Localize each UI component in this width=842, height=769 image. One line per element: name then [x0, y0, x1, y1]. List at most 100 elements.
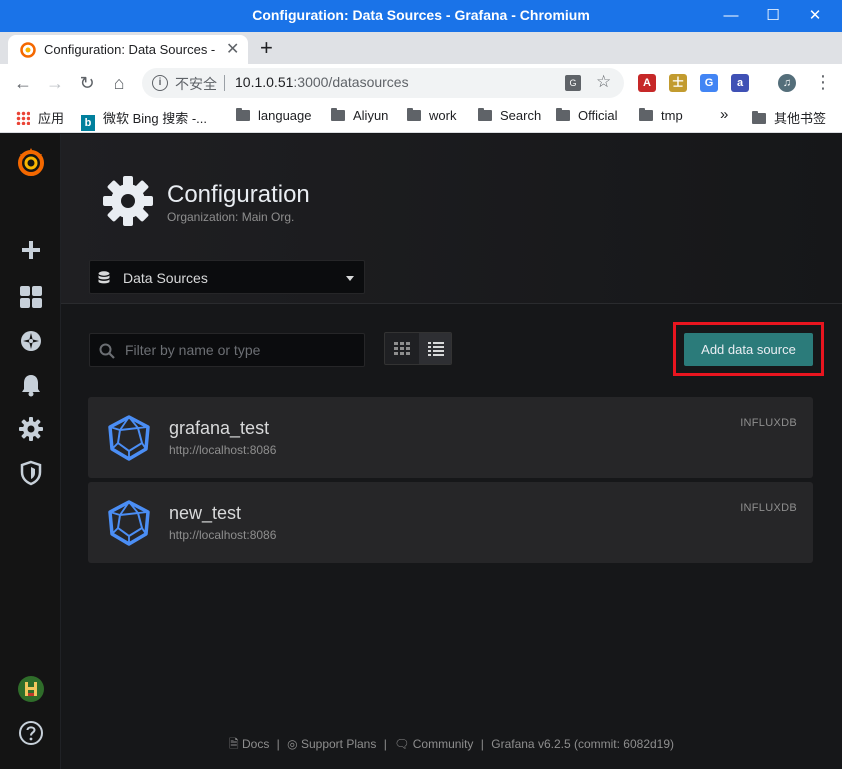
page-subtitle: Organization: Main Org. — [167, 210, 295, 224]
maximize-icon[interactable]: ☐ — [761, 4, 785, 28]
footer-version: Grafana v6.2.5 (commit: 6082d19) — [491, 737, 675, 751]
bookmark-folder-other[interactable]: 其他书签 — [752, 108, 826, 128]
datasource-type: INFLUXDB — [740, 502, 797, 514]
grafana-main: Configuration Organization: Main Org. Da… — [61, 134, 842, 769]
tab-strip: Configuration: Data Sources - ✕ + — [0, 32, 842, 64]
extension-translate-icon[interactable]: G — [700, 74, 718, 92]
folder-icon — [639, 108, 653, 121]
address-bar[interactable]: i 不安全 10.1.0.51:3000/datasources G ☆ — [142, 68, 624, 98]
folder-icon — [752, 111, 766, 124]
datasource-name: grafana_test — [169, 418, 270, 438]
folder-icon — [478, 108, 492, 121]
filter-search-box[interactable] — [89, 333, 365, 367]
window-title: Configuration: Data Sources - Grafana - … — [252, 7, 590, 23]
close-window-icon[interactable]: ✕ — [803, 4, 827, 28]
section-nav-label: Data Sources — [123, 270, 208, 286]
alerting-bell-icon[interactable] — [18, 372, 44, 398]
datasource-type: INFLUXDB — [740, 417, 797, 429]
database-icon — [98, 271, 110, 284]
footer-separator: | — [480, 737, 484, 751]
bookmarks-overflow-icon[interactable]: » — [720, 106, 728, 126]
footer-docs-link[interactable]: 🗎 Docs — [229, 735, 269, 756]
url-text[interactable]: 10.1.0.51:3000/datasources — [235, 74, 409, 90]
reload-icon[interactable]: ↻ — [76, 72, 98, 94]
page-footer: 🗎 Docs | ◎ Support Plans | 🗨 Community |… — [61, 735, 842, 756]
url-path: :3000/datasources — [293, 74, 409, 90]
footer-separator: | — [383, 737, 387, 751]
footer-separator: | — [276, 737, 280, 751]
page-title: Configuration — [167, 181, 310, 208]
grafana-sidemenu — [0, 134, 61, 769]
create-plus-icon[interactable] — [18, 237, 44, 263]
configuration-gear-icon[interactable] — [18, 416, 44, 442]
bookmark-folder-language[interactable]: language — [236, 108, 312, 128]
extension-dict-icon[interactable]: 士 — [669, 74, 687, 92]
browser-menu-icon[interactable]: ⋮ — [814, 72, 832, 93]
grafana-favicon-icon — [20, 42, 36, 58]
section-nav-select[interactable]: Data Sources — [89, 260, 365, 294]
bookmark-folder-official[interactable]: Official — [556, 108, 618, 128]
new-tab-icon[interactable]: + — [260, 35, 273, 61]
explore-compass-icon[interactable] — [18, 328, 44, 354]
filter-input[interactable] — [125, 334, 361, 366]
back-icon[interactable]: ← — [12, 72, 34, 94]
extension-a-translate-icon[interactable]: a — [731, 74, 749, 92]
minimize-icon[interactable]: — — [719, 4, 743, 28]
bookmark-folder-aliyun[interactable]: Aliyun — [331, 108, 388, 128]
page-header: Configuration Organization: Main Org. Da… — [61, 134, 842, 304]
list-view-icon[interactable] — [419, 333, 452, 364]
browser-tab[interactable]: Configuration: Data Sources - ✕ — [8, 35, 248, 64]
info-icon[interactable]: i — [152, 75, 168, 91]
layout-toggle — [384, 332, 452, 365]
footer-community-label: Community — [412, 737, 474, 751]
footer-support-link[interactable]: ◎ Support Plans — [287, 737, 376, 751]
folder-icon — [407, 108, 421, 121]
configuration-header-gear-icon — [103, 176, 153, 226]
bookmark-folder-label: work — [429, 108, 457, 123]
server-admin-shield-icon[interactable] — [18, 460, 44, 486]
bookmark-star-icon[interactable]: ☆ — [596, 72, 611, 92]
user-avatar-icon[interactable] — [18, 676, 44, 702]
bookmark-folder-label: language — [258, 108, 312, 123]
folder-icon — [556, 108, 570, 121]
footer-docs-label: Docs — [241, 737, 270, 751]
omnibox-separator — [224, 75, 225, 91]
bookmark-folder-work[interactable]: work — [407, 108, 456, 128]
datasource-card[interactable]: new_test http://localhost:8086 INFLUXDB — [88, 482, 813, 563]
bookmark-apps[interactable]: 应用 — [16, 108, 64, 128]
help-question-icon[interactable] — [18, 720, 44, 746]
footer-community-link[interactable]: 🗨 Community — [394, 737, 473, 751]
support-lifebuoy-icon: ◎ — [287, 737, 298, 751]
bookmark-folder-label: tmp — [661, 108, 683, 123]
add-data-source-button[interactable]: Add data source — [684, 333, 813, 366]
bookmark-folder-search[interactable]: Search — [478, 108, 541, 128]
tab-close-icon[interactable]: ✕ — [226, 39, 239, 59]
folder-icon — [331, 108, 345, 121]
bookmark-folder-label: Aliyun — [353, 108, 389, 123]
window-titlebar: Configuration: Data Sources - Grafana - … — [0, 0, 842, 32]
datasource-url: http://localhost:8086 — [169, 528, 277, 542]
dashboards-icon[interactable] — [18, 284, 44, 310]
forward-icon[interactable]: → — [44, 72, 66, 94]
bookmark-apps-label: 应用 — [38, 111, 65, 126]
translate-icon[interactable]: G — [565, 75, 581, 91]
folder-icon — [236, 108, 250, 121]
url-host: 10.1.0.51 — [235, 74, 294, 90]
grid-view-icon[interactable] — [385, 333, 419, 364]
bookmark-bing-label: 微软 Bing 搜索 -... — [103, 111, 208, 126]
extension-a-icon[interactable]: A — [638, 74, 656, 92]
comments-icon: 🗨 — [394, 737, 410, 751]
bookmarks-bar: 应用 b 微软 Bing 搜索 -... language Aliyun work… — [0, 102, 842, 133]
datasource-card[interactable]: grafana_test http://localhost:8086 INFLU… — [88, 397, 813, 478]
bookmark-bing[interactable]: b 微软 Bing 搜索 -... — [81, 108, 208, 131]
bookmark-folder-label: Official — [578, 108, 618, 123]
bookmark-folder-label: 其他书签 — [774, 111, 827, 126]
extension-music-icon[interactable]: ♫ — [778, 74, 796, 92]
caret-down-icon — [346, 276, 354, 281]
grafana-logo-icon[interactable] — [15, 146, 47, 178]
home-icon[interactable]: ⌂ — [108, 72, 130, 94]
bookmark-folder-label: Search — [500, 108, 542, 123]
influxdb-logo-icon — [108, 500, 150, 546]
bookmark-folder-tmp[interactable]: tmp — [639, 108, 683, 128]
apps-icon — [16, 111, 30, 125]
